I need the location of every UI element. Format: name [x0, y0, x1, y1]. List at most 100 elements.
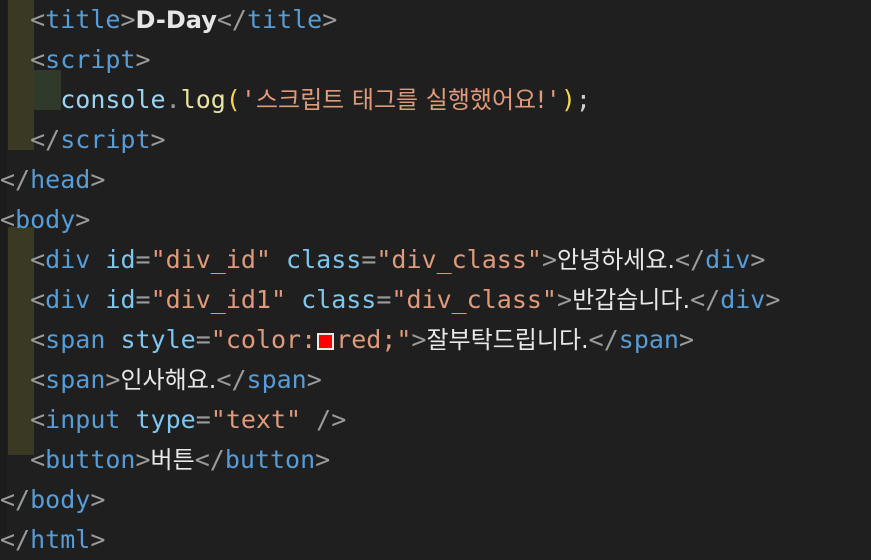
code-token: "color:	[210, 325, 317, 354]
code-token: console	[60, 85, 166, 114]
code-token: =	[195, 405, 211, 434]
code-token: 스크립트 태그를 실행했어요!	[255, 86, 546, 114]
code-token: (	[225, 85, 241, 114]
code-lines-container[interactable]: <title>D-Day</title> <script> console.lo…	[0, 0, 871, 560]
red-color-swatch-icon[interactable]	[317, 333, 335, 350]
code-token: "div_class"	[376, 245, 542, 274]
code-token: div	[45, 245, 91, 274]
code-token: span	[618, 325, 679, 354]
code-line[interactable]: <div id="div_id1" class="div_class">반갑습니…	[0, 280, 871, 320]
code-token: 잘부탁드립니다.	[426, 326, 589, 354]
code-token: title	[246, 5, 323, 34]
code-token: D-Day	[135, 6, 217, 34]
code-token: >	[679, 325, 695, 354]
code-token: div	[705, 245, 751, 274]
code-token: >	[90, 525, 106, 554]
code-line[interactable]: </html>	[0, 520, 871, 560]
code-token: 버튼	[150, 446, 195, 474]
code-token: >	[765, 285, 781, 314]
code-token: />	[301, 405, 347, 434]
code-token: </	[690, 285, 721, 314]
code-token: >	[315, 445, 331, 474]
code-token: </	[675, 245, 706, 274]
code-line[interactable]: <span>인사해요.</span>	[0, 360, 871, 400]
code-line[interactable]: <script>	[0, 40, 871, 80]
code-token: >	[105, 365, 121, 394]
code-token: <	[30, 285, 46, 314]
code-token: span	[45, 325, 106, 354]
code-token: </	[216, 365, 247, 394]
code-token: </	[588, 325, 619, 354]
code-token: <	[30, 365, 46, 394]
code-token: >	[306, 365, 322, 394]
code-line[interactable]: <body>	[0, 200, 871, 240]
code-token: =	[135, 285, 151, 314]
code-token: </	[0, 525, 31, 554]
code-token: <	[30, 45, 46, 74]
code-token: >	[75, 205, 91, 234]
code-token: "div_id1"	[150, 285, 287, 314]
code-token: 인사해요.	[120, 366, 217, 394]
code-token: >	[557, 285, 573, 314]
code-token: <	[0, 205, 16, 234]
code-token: script	[60, 125, 151, 154]
code-line[interactable]: </script>	[0, 120, 871, 160]
code-token: '	[545, 85, 561, 114]
code-line[interactable]: <input type="text" />	[0, 400, 871, 440]
code-token: ;	[575, 85, 591, 114]
code-token: head	[30, 165, 91, 194]
code-token: class	[286, 245, 362, 274]
code-line[interactable]: console.log('스크립트 태그를 실행했어요!');	[0, 80, 871, 120]
code-token: div	[720, 285, 766, 314]
code-token: <	[30, 325, 46, 354]
code-token: button	[45, 445, 136, 474]
code-line[interactable]: <span style="color: red;">잘부탁드립니다.</span>	[0, 320, 871, 360]
code-token: </	[216, 5, 247, 34]
code-token: >	[135, 45, 151, 74]
code-token: >	[90, 165, 106, 194]
code-token: title	[45, 5, 121, 34]
code-editor-viewport[interactable]: <title>D-Day</title> <script> console.lo…	[0, 0, 871, 554]
code-token: >	[120, 5, 136, 34]
code-token: >	[150, 125, 166, 154]
code-line[interactable]: <title>D-Day</title>	[0, 0, 871, 40]
code-token: =	[135, 245, 151, 274]
code-token: <	[30, 245, 46, 274]
code-token: class	[301, 285, 377, 314]
code-token: div	[45, 285, 91, 314]
code-token: type	[135, 405, 196, 434]
code-token: html	[30, 525, 91, 554]
code-line[interactable]: </head>	[0, 160, 871, 200]
code-token: =	[195, 325, 211, 354]
code-token: </	[30, 125, 61, 154]
code-token: "div_id"	[150, 245, 271, 274]
code-token: >	[90, 485, 106, 514]
code-token: <	[30, 405, 46, 434]
code-token: id	[105, 245, 136, 274]
code-token: >	[135, 445, 151, 474]
code-token: body	[15, 205, 76, 234]
code-token: id	[105, 285, 136, 314]
code-token: "text"	[210, 405, 302, 434]
code-token: =	[361, 245, 377, 274]
code-token: button	[224, 445, 316, 474]
code-token: span	[246, 365, 307, 394]
code-line[interactable]: <div id="div_id" class="div_class">안녕하세요…	[0, 240, 871, 280]
code-token: >	[411, 325, 427, 354]
code-line[interactable]: </body>	[0, 480, 871, 520]
code-line[interactable]: <button>버튼</button>	[0, 440, 871, 480]
code-token: >	[750, 245, 766, 274]
code-token: 안녕하세요.	[557, 246, 676, 274]
